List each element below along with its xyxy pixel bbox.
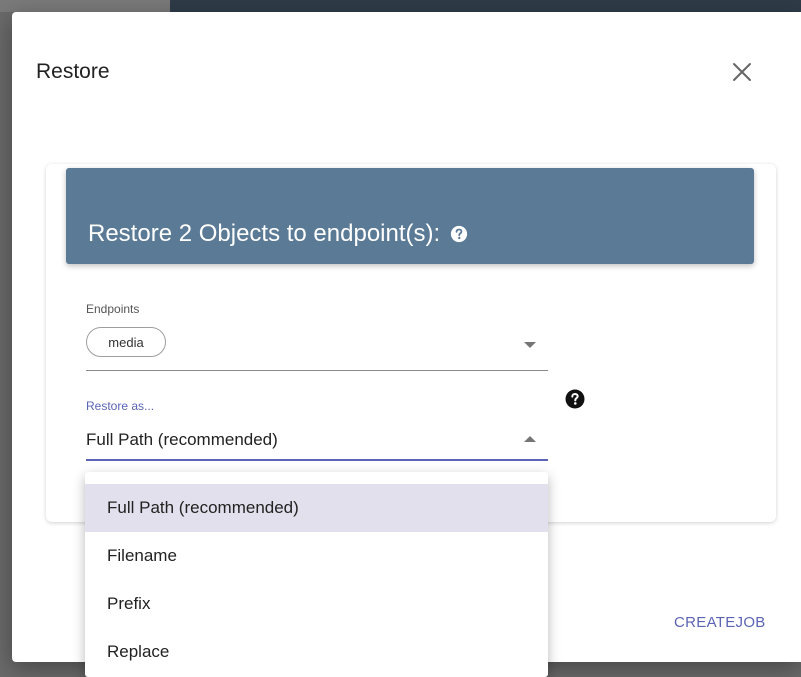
option-replace[interactable]: Replace (85, 628, 548, 676)
restore-as-dropdown-arrow-icon[interactable] (524, 436, 536, 442)
card-header-title: Restore 2 Objects to endpoint(s): (88, 220, 441, 247)
background-app-bar (0, 0, 801, 12)
create-job-button[interactable]: CREATEJOB (674, 614, 766, 631)
endpoints-underline (86, 370, 548, 371)
close-icon (733, 63, 751, 81)
option-prefix[interactable]: Prefix (85, 580, 548, 628)
endpoints-dropdown-arrow-icon[interactable] (524, 342, 536, 348)
restore-as-options-menu: Full Path (recommended) Filename Prefix … (85, 472, 548, 677)
help-icon[interactable] (450, 225, 468, 243)
close-button[interactable] (730, 60, 754, 84)
restore-as-select[interactable]: Full Path (recommended) (86, 430, 278, 450)
option-full-path[interactable]: Full Path (recommended) (85, 484, 548, 532)
restore-dialog: Restore Restore 2 Objects to endpoint(s)… (12, 12, 801, 677)
menu-top-padding (85, 472, 548, 484)
endpoint-chip[interactable]: media (86, 327, 166, 357)
restore-as-underline (86, 459, 548, 461)
restore-as-help-icon[interactable] (565, 389, 585, 409)
restore-as-label: Restore as... (86, 399, 155, 413)
background-app-bar-left (0, 0, 170, 12)
option-filename[interactable]: Filename (85, 532, 548, 580)
card-header: Restore 2 Objects to endpoint(s): (66, 168, 754, 264)
dialog-title: Restore (36, 60, 110, 83)
endpoints-label: Endpoints (86, 302, 140, 316)
